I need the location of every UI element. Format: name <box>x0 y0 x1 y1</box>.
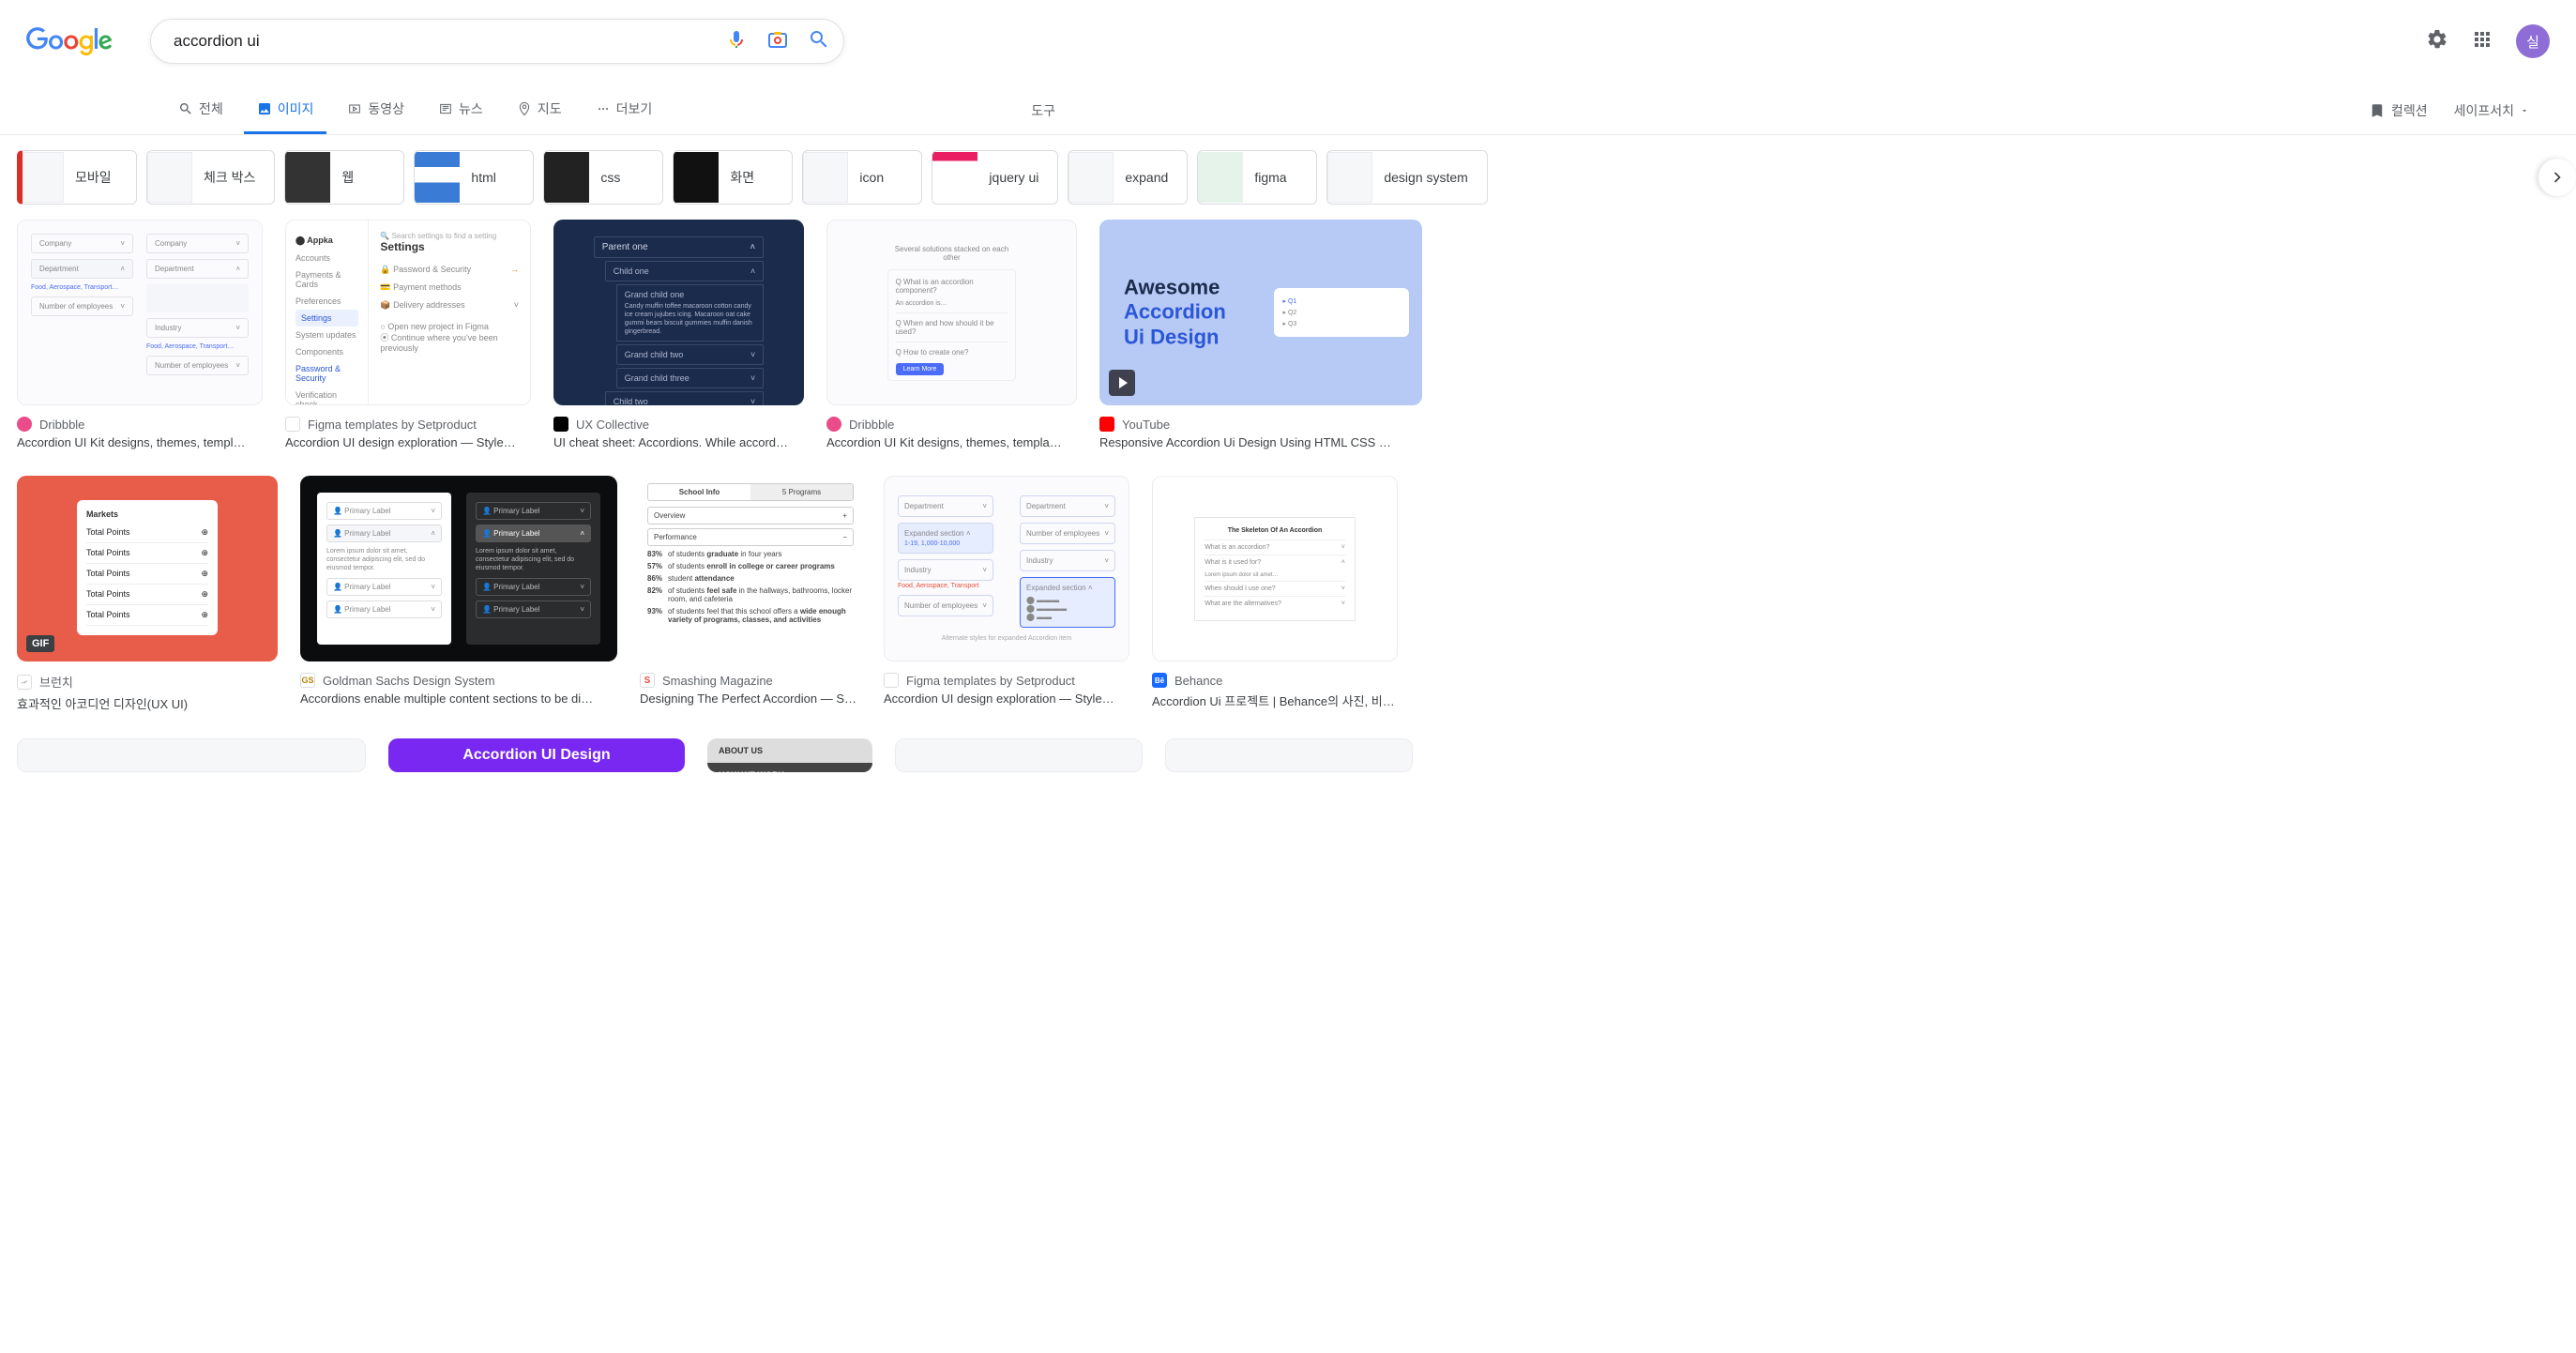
image-result[interactable]: Parent one˄ Child one˄ Grand child oneCa… <box>553 220 804 449</box>
chip-icon[interactable]: icon <box>802 150 922 205</box>
favicon: Bē <box>1152 673 1167 688</box>
image-result[interactable]: ABOUT USHOW WE WORK <box>707 738 872 772</box>
image-result[interactable]: The Skeleton Of An AccordionWhat is an a… <box>1152 476 1398 709</box>
tab-images[interactable]: 이미지 <box>244 86 327 134</box>
chip-design-system[interactable]: design system <box>1326 150 1487 205</box>
tab-news[interactable]: 뉴스 <box>425 86 496 134</box>
chip-jqueryui[interactable]: jquery ui <box>932 150 1058 205</box>
tab-videos-label: 동영상 <box>368 99 404 118</box>
gif-badge: GIF <box>26 635 54 652</box>
image-result[interactable] <box>17 738 366 772</box>
tab-all-label: 전체 <box>199 99 223 118</box>
chip-web[interactable]: 웹 <box>284 150 404 205</box>
chip-mobile[interactable]: 모바일 <box>17 150 137 205</box>
image-result[interactable]: ⬤ AppkaAccountsPayments & CardsPreferenc… <box>285 220 531 449</box>
chip-css[interactable]: css <box>543 150 663 205</box>
image-result[interactable]: Department ˅Expanded section ˄1-19, 1,00… <box>884 476 1129 706</box>
tools-button[interactable]: 도구 <box>1022 88 1065 133</box>
chip-expand[interactable]: expand <box>1068 150 1188 205</box>
search-box <box>150 19 844 64</box>
account-avatar[interactable]: 실 <box>2516 24 2550 58</box>
chip-checkbox[interactable]: 체크 박스 <box>146 150 275 205</box>
google-logo[interactable] <box>26 27 113 55</box>
chip-figma[interactable]: figma <box>1197 150 1317 205</box>
favicon <box>553 417 568 432</box>
tab-more[interactable]: 더보기 <box>583 86 666 134</box>
tab-more-label: 더보기 <box>616 99 653 118</box>
safesearch-dropdown[interactable]: 세이프서치 <box>2454 101 2529 120</box>
tab-all[interactable]: 전체 <box>165 86 236 134</box>
favicon: GS <box>300 673 315 688</box>
tab-videos[interactable]: 동영상 <box>334 86 417 134</box>
chips-next-button[interactable] <box>2538 159 2576 196</box>
image-result[interactable] <box>1165 738 1413 772</box>
image-search-icon[interactable] <box>766 28 789 55</box>
image-result[interactable]: Several solutions stacked on each otherQ… <box>826 220 1077 449</box>
related-searches-row: 모바일 체크 박스 웹 html css 화면 icon jquery ui e… <box>0 135 2576 220</box>
favicon <box>1099 417 1114 432</box>
favicon <box>17 675 32 690</box>
settings-icon[interactable] <box>2426 28 2448 55</box>
play-badge-icon <box>1109 370 1135 396</box>
chip-html[interactable]: html <box>414 150 534 205</box>
image-result[interactable]: School Info5 ProgramsOverview+Performanc… <box>640 476 861 706</box>
favicon <box>826 417 841 432</box>
apps-icon[interactable] <box>2471 28 2493 55</box>
collections-link[interactable]: 컬렉션 <box>2369 101 2428 120</box>
favicon: S <box>640 673 655 688</box>
tab-maps[interactable]: 지도 <box>504 86 575 134</box>
image-result[interactable]: 👤 Primary Label˅👤 Primary Label˄Lorem ip… <box>300 476 617 706</box>
image-result[interactable]: AwesomeAccordionUi Design ▸ Q1▸ Q2▸ Q3 Y… <box>1099 220 1422 449</box>
favicon <box>884 673 899 688</box>
image-result[interactable]: MarketsTotal Points⊕Total Points⊕Total P… <box>17 476 278 712</box>
search-input[interactable] <box>164 32 725 51</box>
chip-screen[interactable]: 화면 <box>673 150 793 205</box>
search-icon[interactable] <box>808 28 830 55</box>
favicon <box>285 417 300 432</box>
image-result[interactable]: Accordion UI Design <box>388 738 685 772</box>
voice-search-icon[interactable] <box>725 28 748 55</box>
tab-news-label: 뉴스 <box>459 99 483 118</box>
favicon <box>17 417 32 432</box>
tab-maps-label: 지도 <box>538 99 562 118</box>
image-result[interactable] <box>895 738 1143 772</box>
tab-images-label: 이미지 <box>278 99 314 118</box>
image-result[interactable]: Company˅Department˄Food, Aerospace, Tran… <box>17 220 263 449</box>
